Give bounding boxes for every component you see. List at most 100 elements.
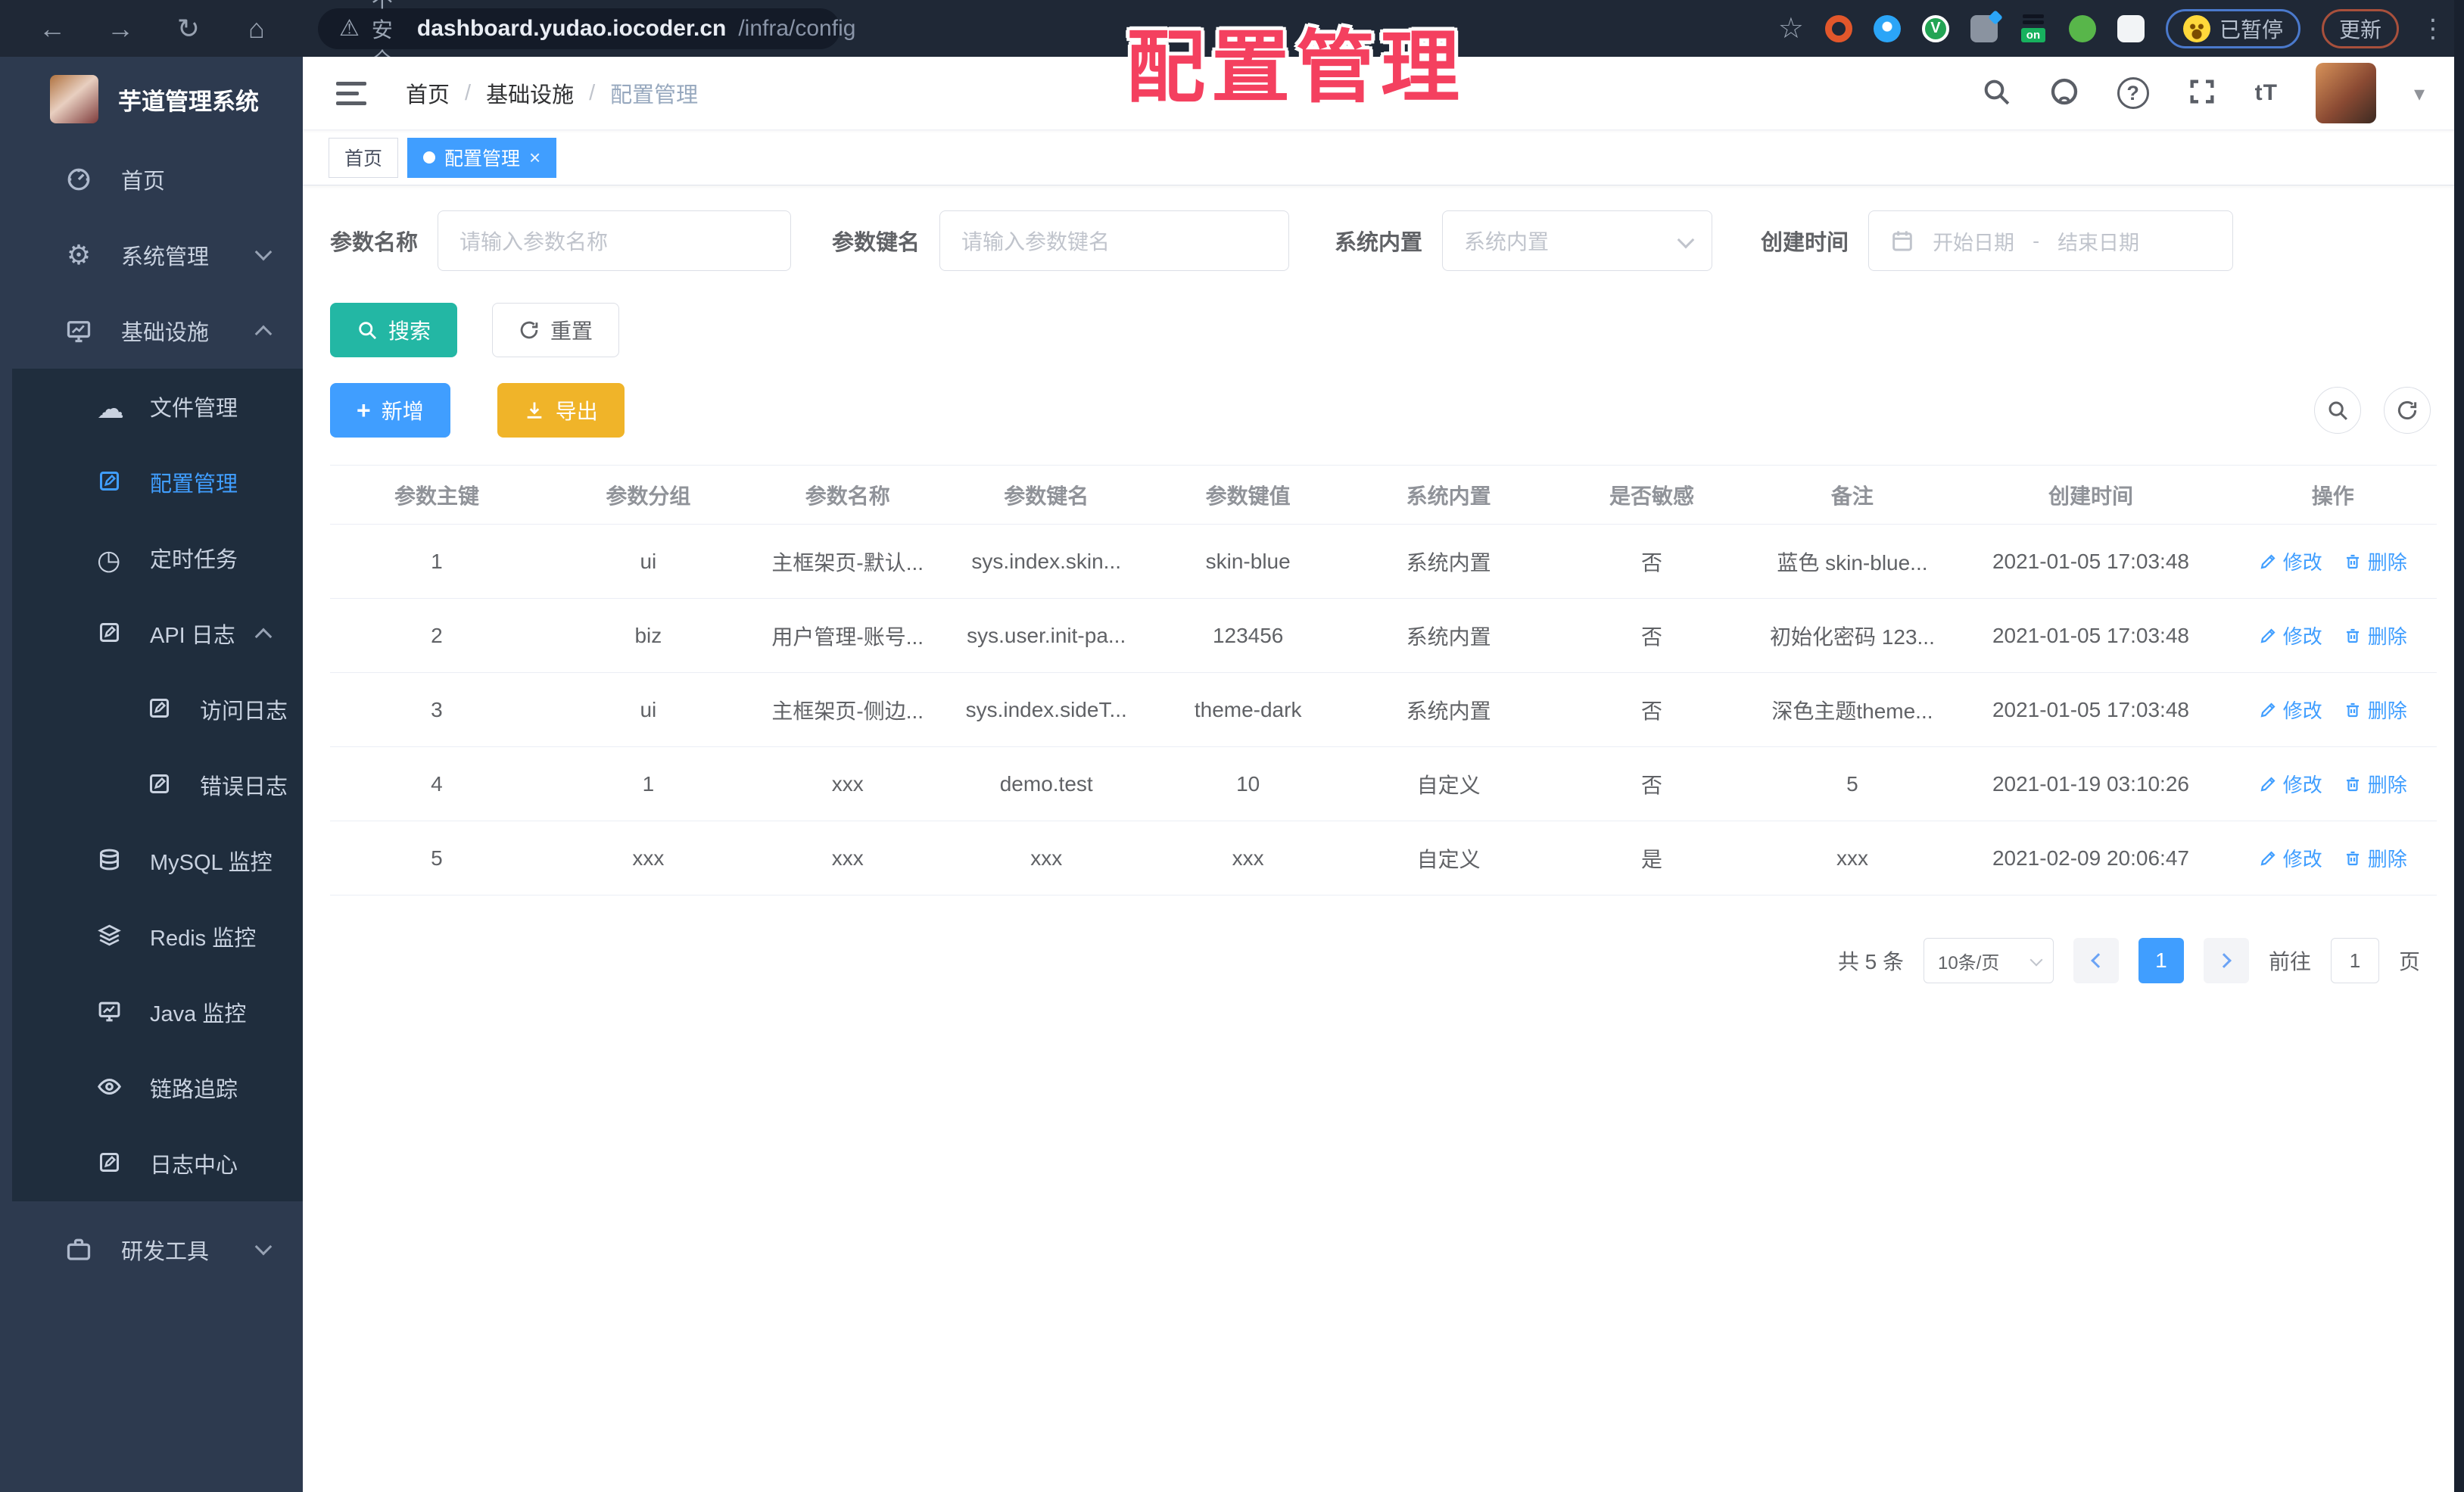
tag-config-manage[interactable]: 配置管理 ×: [407, 137, 557, 178]
url-bar[interactable]: ⚠ 不安全 dashboard.yudao.iocoder.cn /infra/…: [318, 0, 855, 72]
sidebar: 芋道管理系统 首页 ⚙ 系统管理 基础设施 ☁ 文件管理 配置管理 ◷ 定时任务…: [0, 57, 303, 1492]
browser-forward-icon[interactable]: →: [86, 13, 154, 45]
extension-puzzle-icon[interactable]: [1970, 14, 1998, 42]
sidebar-item-label: 访问日志: [200, 699, 288, 724]
col-header: 备注: [1752, 465, 1953, 525]
fullscreen-icon[interactable]: [2187, 76, 2217, 111]
extension-green-v-icon[interactable]: V: [1921, 14, 1949, 42]
extension-green-icon[interactable]: [2068, 14, 2096, 42]
param-name-input[interactable]: 请输入参数名称: [438, 210, 792, 271]
font-size-icon[interactable]: tT: [2255, 80, 2278, 106]
pagination: 共 5 条 10条/页 1 前往 1 页: [330, 938, 2437, 983]
search-icon: [2328, 401, 2348, 421]
page-size-select[interactable]: 10条/页: [1923, 938, 2054, 983]
edit-link[interactable]: 修改: [2259, 844, 2322, 872]
edit-link[interactable]: 修改: [2259, 547, 2322, 575]
sidebar-item-label: MySQL 监控: [150, 851, 273, 875]
browser-update-button[interactable]: 更新: [2321, 8, 2399, 48]
breadcrumb-section[interactable]: 基础设施: [486, 77, 574, 109]
page-content: 参数名称 请输入参数名称 参数键名 请输入参数键名 系统内置 系统内置 创建时间: [303, 185, 2464, 1492]
goto-page-input[interactable]: 1: [2330, 938, 2379, 983]
reset-button[interactable]: 重置: [492, 303, 620, 357]
app-logo-row[interactable]: 芋道管理系统: [0, 57, 303, 142]
next-page-button[interactable]: [2203, 938, 2249, 983]
search-button[interactable]: 搜索: [330, 303, 458, 357]
delete-link[interactable]: 删除: [2344, 696, 2407, 724]
sidebar-item-trace[interactable]: 链路追踪: [0, 1050, 303, 1126]
cell: 主框架页-侧边...: [752, 672, 942, 747]
cell: 系统内置: [1345, 598, 1552, 673]
current-page-button[interactable]: 1: [2138, 938, 2184, 983]
browser-home-icon[interactable]: ⌂: [223, 13, 291, 45]
help-icon[interactable]: ?: [2117, 77, 2149, 109]
sidebar-item-access-log[interactable]: 访问日志: [0, 671, 303, 747]
tag-label: 配置管理: [444, 148, 521, 170]
sidebar-item-log-center[interactable]: 日志中心: [0, 1126, 303, 1201]
github-icon[interactable]: [2049, 76, 2079, 111]
add-button[interactable]: + 新增: [330, 383, 450, 438]
extension-blue-pin-icon[interactable]: [1873, 14, 1901, 42]
sidebar-item-label: 研发工具: [121, 1240, 210, 1264]
edit-link[interactable]: 修改: [2259, 621, 2322, 649]
user-avatar[interactable]: [2315, 63, 2376, 123]
sidebar-item-mysql-monitor[interactable]: MySQL 监控: [0, 823, 303, 899]
sidebar-item-redis-monitor[interactable]: Redis 监控: [0, 899, 303, 974]
app-title: 芋道管理系统: [118, 88, 259, 115]
cell: 否: [1551, 746, 1752, 821]
browser-back-icon[interactable]: ←: [18, 13, 86, 45]
prev-page-button[interactable]: [2073, 938, 2119, 983]
export-button[interactable]: 导出: [497, 383, 625, 438]
cell: 自定义: [1345, 821, 1552, 896]
sidebar-item-api-log[interactable]: API 日志: [0, 596, 303, 671]
toggle-search-button[interactable]: [2314, 387, 2361, 434]
cell: 10: [1150, 746, 1346, 821]
sidebar-item-scheduled-jobs[interactable]: ◷ 定时任务: [0, 520, 303, 596]
sidebar-collapse-icon[interactable]: [336, 81, 366, 105]
sidebar-item-label: 错误日志: [200, 775, 288, 799]
profile-paused-badge[interactable]: 已暂停: [2165, 8, 2300, 48]
extension-adblock-icon[interactable]: on: [2019, 12, 2048, 45]
breadcrumb-home[interactable]: 首页: [406, 77, 450, 109]
sidebar-item-system[interactable]: ⚙ 系统管理: [0, 217, 303, 293]
browser-reload-icon[interactable]: ↻: [154, 13, 223, 45]
avatar-caret-icon[interactable]: ▾: [2414, 81, 2425, 106]
delete-link[interactable]: 删除: [2344, 547, 2407, 575]
bookmark-star-icon[interactable]: ☆: [1778, 11, 1804, 45]
chevron-down-icon: [2029, 953, 2043, 967]
extensions-menu-icon[interactable]: [2117, 14, 2145, 42]
cell: 1: [543, 746, 753, 821]
refresh-table-button[interactable]: [2384, 387, 2431, 434]
url-host[interactable]: dashboard.yudao.iocoder.cn: [417, 16, 726, 42]
download-icon: [525, 401, 543, 419]
window-scrollbar-strip[interactable]: [2454, 0, 2464, 1492]
sidebar-item-home[interactable]: 首页: [0, 142, 303, 217]
search-icon: [359, 322, 377, 340]
close-icon[interactable]: ×: [529, 148, 540, 167]
param-key-input[interactable]: 请输入参数键名: [939, 210, 1290, 271]
sidebar-item-config-manage[interactable]: 配置管理: [0, 444, 303, 520]
sidebar-item-java-monitor[interactable]: Java 监控: [0, 974, 303, 1050]
delete-link[interactable]: 删除: [2344, 844, 2407, 872]
extension-orange-ring-icon[interactable]: [1824, 14, 1852, 42]
browser-menu-icon[interactable]: ⋮: [2420, 14, 2446, 44]
filter-builtin-label: 系统内置: [1335, 231, 1423, 255]
sidebar-item-error-log[interactable]: 错误日志: [0, 747, 303, 823]
delete-link[interactable]: 删除: [2344, 770, 2407, 798]
sidebar-item-infra[interactable]: 基础设施: [0, 293, 303, 369]
url-path[interactable]: /infra/config: [738, 16, 855, 42]
table-header-row: 参数主键 参数分组 参数名称 参数键名 参数键值 系统内置 是否敏感 备注 创建…: [330, 465, 2437, 525]
sidebar-item-dev-tools[interactable]: 研发工具: [0, 1212, 303, 1288]
edit-link[interactable]: 修改: [2259, 696, 2322, 724]
cell: 2021-01-19 03:10:26: [1952, 746, 2229, 821]
sidebar-item-file-manage[interactable]: ☁ 文件管理: [0, 369, 303, 444]
tag-home[interactable]: 首页: [329, 137, 399, 178]
delete-link[interactable]: 删除: [2344, 621, 2407, 649]
search-icon[interactable]: [1981, 76, 2011, 111]
browser-toolbar: ☆ V on 已暂停 更新 ⋮: [1778, 8, 2446, 48]
edit-link[interactable]: 修改: [2259, 770, 2322, 798]
cell: 初始化密码 123...: [1752, 598, 1953, 673]
cell: xxx: [752, 746, 942, 821]
table-tools: [2314, 387, 2437, 434]
create-time-range-picker[interactable]: 开始日期 - 结束日期: [1868, 210, 2234, 271]
builtin-select[interactable]: 系统内置: [1442, 210, 1713, 271]
